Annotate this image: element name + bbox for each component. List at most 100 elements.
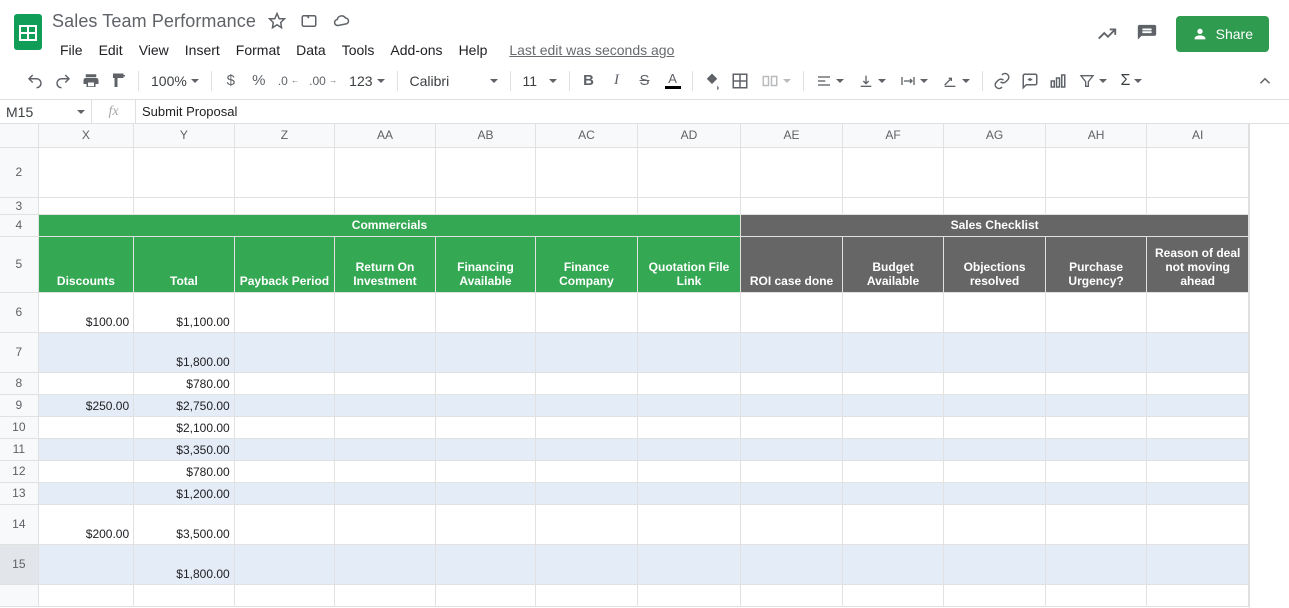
hdr-discounts[interactable]: Discounts (38, 236, 133, 292)
decrease-decimal-icon[interactable]: .0 ← (274, 67, 303, 95)
row-9[interactable]: 9 (0, 394, 38, 416)
cell[interactable]: $1,100.00 (134, 292, 235, 332)
more-formats[interactable]: 123 (343, 68, 390, 94)
spreadsheet-grid[interactable]: X Y Z AA AB AC AD AE AF AG AH AI 2 3 (0, 124, 1249, 608)
wrap-icon[interactable] (894, 68, 934, 94)
hdr-budget[interactable]: Budget Available (842, 236, 944, 292)
section-commercials[interactable]: Commercials (38, 214, 741, 236)
menu-addons[interactable]: Add-ons (382, 38, 450, 62)
row-6[interactable]: 6 (0, 292, 38, 332)
col-Y[interactable]: Y (134, 124, 235, 147)
merge-icon[interactable] (755, 68, 797, 94)
increase-decimal-icon[interactable]: .00 → (305, 67, 341, 95)
hdr-roi[interactable]: Return On Investment (335, 236, 436, 292)
last-edit-link[interactable]: Last edit was seconds ago (509, 42, 674, 58)
hdr-objections[interactable]: Objections resolved (944, 236, 1046, 292)
strike-icon[interactable]: S (632, 67, 658, 95)
cell[interactable]: $780.00 (134, 372, 235, 394)
column-header-row[interactable]: X Y Z AA AB AC AD AE AF AG AH AI (0, 124, 1249, 147)
cell[interactable]: $200.00 (38, 504, 133, 544)
row-16[interactable] (0, 584, 38, 606)
col-AH[interactable]: AH (1045, 124, 1147, 147)
row-2[interactable]: 2 (0, 147, 38, 197)
rotate-icon[interactable] (936, 68, 976, 94)
menu-edit[interactable]: Edit (91, 38, 131, 62)
halign-icon[interactable] (810, 68, 850, 94)
chart-icon[interactable] (1045, 67, 1071, 95)
col-AE[interactable]: AE (741, 124, 843, 147)
menu-tools[interactable]: Tools (334, 38, 383, 62)
fill-color-icon[interactable] (699, 67, 725, 95)
menu-format[interactable]: Format (228, 38, 288, 62)
col-AI[interactable]: AI (1147, 124, 1249, 147)
sheets-logo[interactable] (8, 8, 48, 56)
zoom-select[interactable]: 100% (145, 68, 205, 94)
row-4[interactable]: 4 (0, 214, 38, 236)
row-13[interactable]: 13 (0, 482, 38, 504)
menu-help[interactable]: Help (451, 38, 496, 62)
paint-format-icon[interactable] (106, 67, 132, 95)
col-AB[interactable]: AB (435, 124, 536, 147)
formula-input[interactable]: Submit Proposal (136, 100, 1289, 123)
row-8[interactable]: 8 (0, 372, 38, 394)
comments-icon[interactable] (1136, 23, 1158, 45)
row-10[interactable]: 10 (0, 416, 38, 438)
print-icon[interactable] (78, 67, 104, 95)
col-AG[interactable]: AG (944, 124, 1046, 147)
cell[interactable]: $3,350.00 (134, 438, 235, 460)
functions-icon[interactable]: Σ (1115, 68, 1149, 94)
comment-icon[interactable] (1017, 67, 1043, 95)
hdr-urgency[interactable]: Purchase Urgency? (1045, 236, 1147, 292)
star-icon[interactable] (266, 10, 288, 32)
bold-icon[interactable]: B (576, 67, 602, 95)
borders-icon[interactable] (727, 67, 753, 95)
row-12[interactable]: 12 (0, 460, 38, 482)
cell[interactable]: $100.00 (38, 292, 133, 332)
cell[interactable]: $1,800.00 (134, 544, 235, 584)
cell[interactable]: $2,750.00 (134, 394, 235, 416)
name-box[interactable]: M15 (0, 100, 92, 123)
section-checklist[interactable]: Sales Checklist (741, 214, 1249, 236)
currency-icon[interactable]: $ (218, 67, 244, 95)
percent-icon[interactable]: % (246, 67, 272, 95)
cell[interactable]: $250.00 (38, 394, 133, 416)
cell[interactable]: $2,100.00 (134, 416, 235, 438)
select-all-corner[interactable] (0, 124, 38, 147)
menu-file[interactable]: File (52, 38, 91, 62)
chevron-up-icon[interactable] (1253, 69, 1277, 93)
share-button[interactable]: Share (1176, 16, 1269, 52)
cell[interactable]: $3,500.00 (134, 504, 235, 544)
col-AC[interactable]: AC (536, 124, 638, 147)
text-color-icon[interactable]: A (660, 67, 686, 95)
hdr-fin-co[interactable]: Finance Company (536, 236, 638, 292)
row-3[interactable]: 3 (0, 197, 38, 214)
font-select[interactable]: Calibri (404, 68, 504, 94)
row-7[interactable]: 7 (0, 332, 38, 372)
cloud-icon[interactable] (330, 10, 352, 32)
menu-insert[interactable]: Insert (177, 38, 228, 62)
row-15[interactable]: 15 (0, 544, 38, 584)
filter-icon[interactable] (1073, 68, 1113, 94)
doc-title[interactable]: Sales Team Performance (52, 11, 256, 32)
side-panel-strip[interactable] (1249, 124, 1289, 608)
hdr-payback[interactable]: Payback Period (234, 236, 335, 292)
col-X[interactable]: X (38, 124, 133, 147)
redo-icon[interactable] (50, 67, 76, 95)
move-icon[interactable] (298, 10, 320, 32)
row-5[interactable]: 5 (0, 236, 38, 292)
menu-view[interactable]: View (131, 38, 177, 62)
hdr-total[interactable]: Total (134, 236, 235, 292)
cell[interactable]: $780.00 (134, 460, 235, 482)
col-AF[interactable]: AF (842, 124, 944, 147)
cell[interactable]: $1,800.00 (134, 332, 235, 372)
col-AA[interactable]: AA (335, 124, 436, 147)
col-Z[interactable]: Z (234, 124, 335, 147)
undo-icon[interactable] (22, 67, 48, 95)
hdr-roi-done[interactable]: ROI case done (741, 236, 843, 292)
link-icon[interactable] (989, 67, 1015, 95)
hdr-quote-link[interactable]: Quotation File Link (637, 236, 741, 292)
cell[interactable]: $1,200.00 (134, 482, 235, 504)
col-AD[interactable]: AD (637, 124, 741, 147)
font-size-select[interactable]: 11 (517, 68, 563, 94)
hdr-fin-avail[interactable]: Financing Available (435, 236, 536, 292)
